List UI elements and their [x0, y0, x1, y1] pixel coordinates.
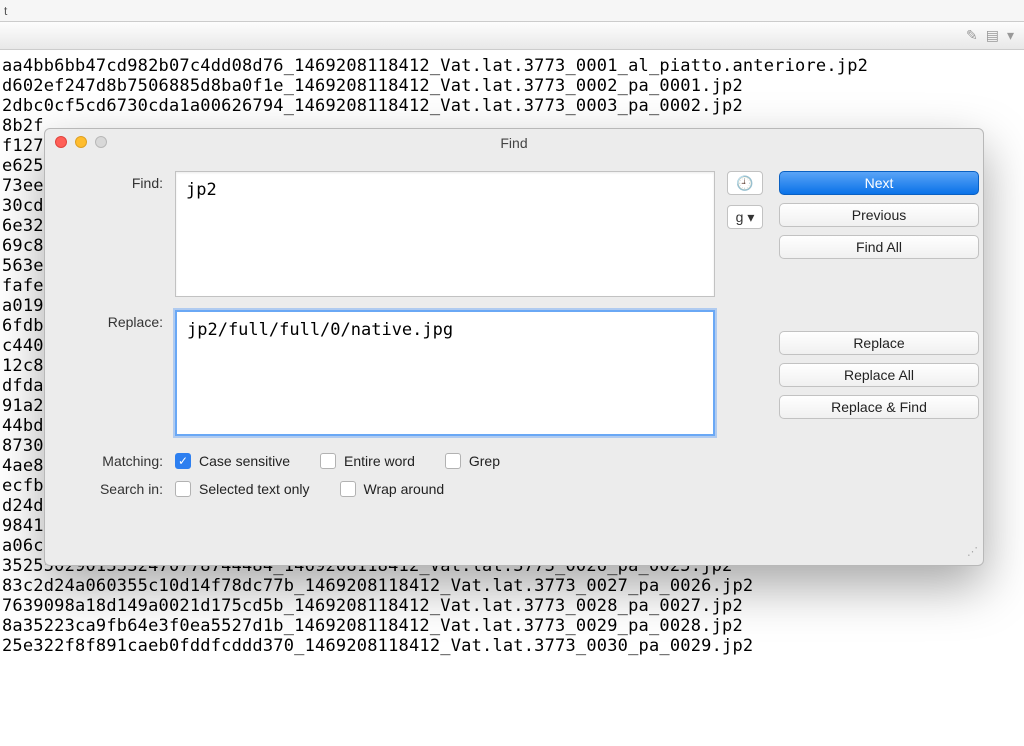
history-button[interactable]: 🕘 — [727, 171, 763, 195]
find-dialog: Find Find: 🕘 g ▾ Next Previous Find All … — [44, 128, 984, 566]
text-line: d602ef247d8b7506885d8ba0f1e_146920811841… — [2, 76, 1024, 96]
selected-text-only-label: Selected text only — [199, 481, 310, 497]
search-in-label: Search in: — [63, 481, 163, 497]
next-button[interactable]: Next — [779, 171, 979, 195]
case-sensitive-label: Case sensitive — [199, 453, 290, 469]
find-label: Find: — [63, 171, 163, 300]
window-controls — [55, 136, 107, 148]
case-sensitive-checkbox[interactable]: ✓ — [175, 453, 191, 469]
text-line: 83c2d24a060355c10d14f78dc77b_14692081184… — [2, 576, 1024, 596]
text-line: 25e322f8f891caeb0fddfcddd370_14692081184… — [2, 636, 1024, 656]
text-line: 7639098a18d149a0021d175cd5b_146920811841… — [2, 596, 1024, 616]
text-line: aa4bb6bb47cd982b07c4dd08d76_146920811841… — [2, 56, 1024, 76]
editor-toolbar: ✎ ▤ ▾ — [0, 22, 1024, 50]
replace-all-button[interactable]: Replace All — [779, 363, 979, 387]
text-line: 2dbc0cf5cd6730cda1a00626794_146920811841… — [2, 96, 1024, 116]
grep-checkbox[interactable] — [445, 453, 461, 469]
resize-handle-icon[interactable]: ⋰ — [967, 549, 981, 563]
wrap-around-label: Wrap around — [364, 481, 445, 497]
entire-word-label: Entire word — [344, 453, 415, 469]
minimize-icon[interactable] — [75, 136, 87, 148]
zoom-icon[interactable] — [95, 136, 107, 148]
replace-label: Replace: — [63, 310, 163, 439]
close-icon[interactable] — [55, 136, 67, 148]
pencil-icon[interactable]: ✎ — [966, 27, 978, 44]
previous-button[interactable]: Previous — [779, 203, 979, 227]
dialog-titlebar: Find — [45, 129, 983, 157]
replace-input[interactable] — [175, 310, 715, 436]
document-icon[interactable]: ▤ — [986, 27, 999, 44]
replace-button[interactable]: Replace — [779, 331, 979, 355]
replace-and-find-button[interactable]: Replace & Find — [779, 395, 979, 419]
text-line: 8a35223ca9fb64e3f0ea5527d1b_146920811841… — [2, 616, 1024, 636]
dropdown-icon[interactable]: ▾ — [1007, 27, 1014, 44]
find-all-button[interactable]: Find All — [779, 235, 979, 259]
dialog-title: Find — [500, 135, 527, 151]
find-input[interactable] — [175, 171, 715, 297]
file-tab-indicator: t — [0, 0, 1024, 22]
wrap-around-checkbox[interactable] — [340, 481, 356, 497]
grep-label: Grep — [469, 453, 500, 469]
selected-text-only-checkbox[interactable] — [175, 481, 191, 497]
grep-mode-button[interactable]: g ▾ — [727, 205, 763, 229]
matching-label: Matching: — [63, 453, 163, 469]
entire-word-checkbox[interactable] — [320, 453, 336, 469]
